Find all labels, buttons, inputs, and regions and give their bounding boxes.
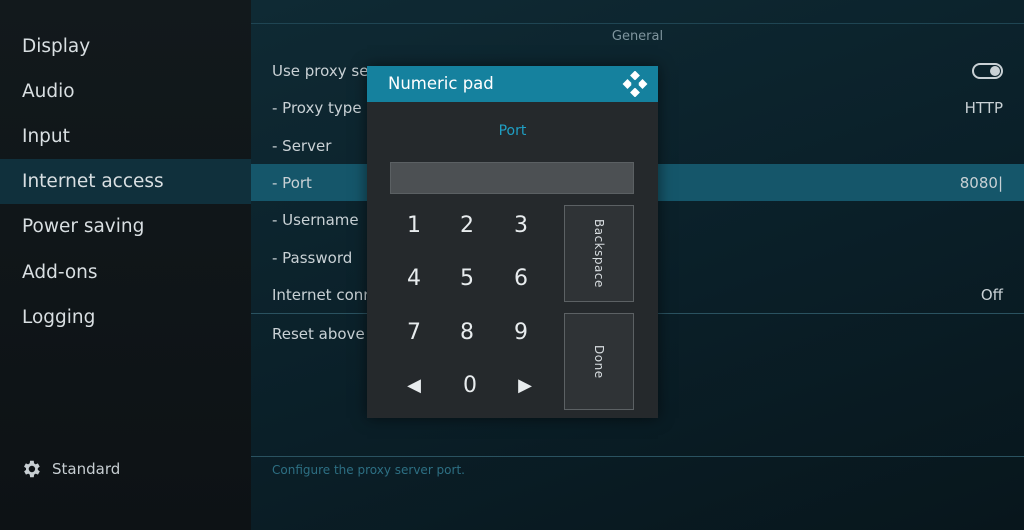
sidebar-item-display[interactable]: Display <box>0 24 251 69</box>
proxy-toggle[interactable] <box>972 62 1003 79</box>
toggle-knob <box>990 65 1000 76</box>
kodi-logo-icon <box>622 71 648 97</box>
gear-icon <box>24 460 40 478</box>
divider <box>251 23 1024 24</box>
divider <box>251 456 1024 457</box>
dialog-title: Numeric pad <box>388 74 494 93</box>
setting-label: - Password <box>272 248 353 267</box>
setting-label: Reset above s <box>272 324 378 343</box>
dialog-subtitle: Port <box>498 123 527 139</box>
sidebar-item-add-ons[interactable]: Add-ons <box>0 250 251 295</box>
numeric-pad-dialog: Numeric pad Port 1 2 3 4 5 6 7 8 9 ◀ 0 ▶… <box>367 66 658 418</box>
settings-level-label: Standard <box>52 460 121 478</box>
setting-value: 8080| <box>959 173 1003 192</box>
key-5-button[interactable]: 5 <box>444 257 490 301</box>
key-6-button[interactable]: 6 <box>498 257 544 301</box>
backspace-label: Backspace <box>592 219 606 288</box>
section-title: General <box>611 29 664 44</box>
sidebar-item-power-saving[interactable]: Power saving <box>0 204 251 249</box>
dialog-header: Numeric pad <box>367 66 658 102</box>
setting-label: Internet conn <box>272 285 373 304</box>
key-9-button[interactable]: 9 <box>498 311 544 355</box>
numeric-input[interactable] <box>390 162 634 194</box>
setting-label: - Port <box>272 173 312 192</box>
sidebar-item-label: Display <box>22 36 91 57</box>
setting-label: - Proxy type <box>272 98 362 117</box>
key-1-button[interactable]: 1 <box>391 204 437 248</box>
setting-value: Off <box>980 285 1003 304</box>
sidebar: Display Audio Input Internet access Powe… <box>0 0 251 530</box>
key-4-button[interactable]: 4 <box>391 257 437 301</box>
cursor-right-button[interactable]: ▶ <box>502 364 548 408</box>
done-button[interactable]: Done <box>564 313 634 410</box>
key-3-button[interactable]: 3 <box>498 204 544 248</box>
done-label: Done <box>592 344 606 379</box>
sidebar-item-internet-access[interactable]: Internet access <box>0 159 251 204</box>
setting-label: - Server <box>272 136 332 155</box>
sidebar-item-label: Audio <box>22 81 75 102</box>
sidebar-item-input[interactable]: Input <box>0 114 251 159</box>
sidebar-item-label: Add-ons <box>22 262 98 283</box>
key-2-button[interactable]: 2 <box>444 204 490 248</box>
backspace-button[interactable]: Backspace <box>564 205 634 302</box>
setting-value: HTTP <box>964 98 1003 117</box>
key-0-button[interactable]: 0 <box>447 364 493 408</box>
sidebar-item-audio[interactable]: Audio <box>0 69 251 114</box>
setting-label: Use proxy ser <box>272 61 375 80</box>
sidebar-item-label: Input <box>22 126 70 147</box>
sidebar-item-label: Internet access <box>22 171 164 192</box>
sidebar-item-label: Logging <box>22 307 96 328</box>
key-8-button[interactable]: 8 <box>444 311 490 355</box>
key-7-button[interactable]: 7 <box>391 311 437 355</box>
sidebar-item-label: Power saving <box>22 216 145 237</box>
setting-description: Configure the proxy server port. <box>272 463 465 477</box>
sidebar-item-logging[interactable]: Logging <box>0 295 251 340</box>
cursor-left-button[interactable]: ◀ <box>391 364 437 408</box>
setting-label: - Username <box>272 210 359 229</box>
settings-level-button[interactable]: Standard <box>20 456 120 482</box>
